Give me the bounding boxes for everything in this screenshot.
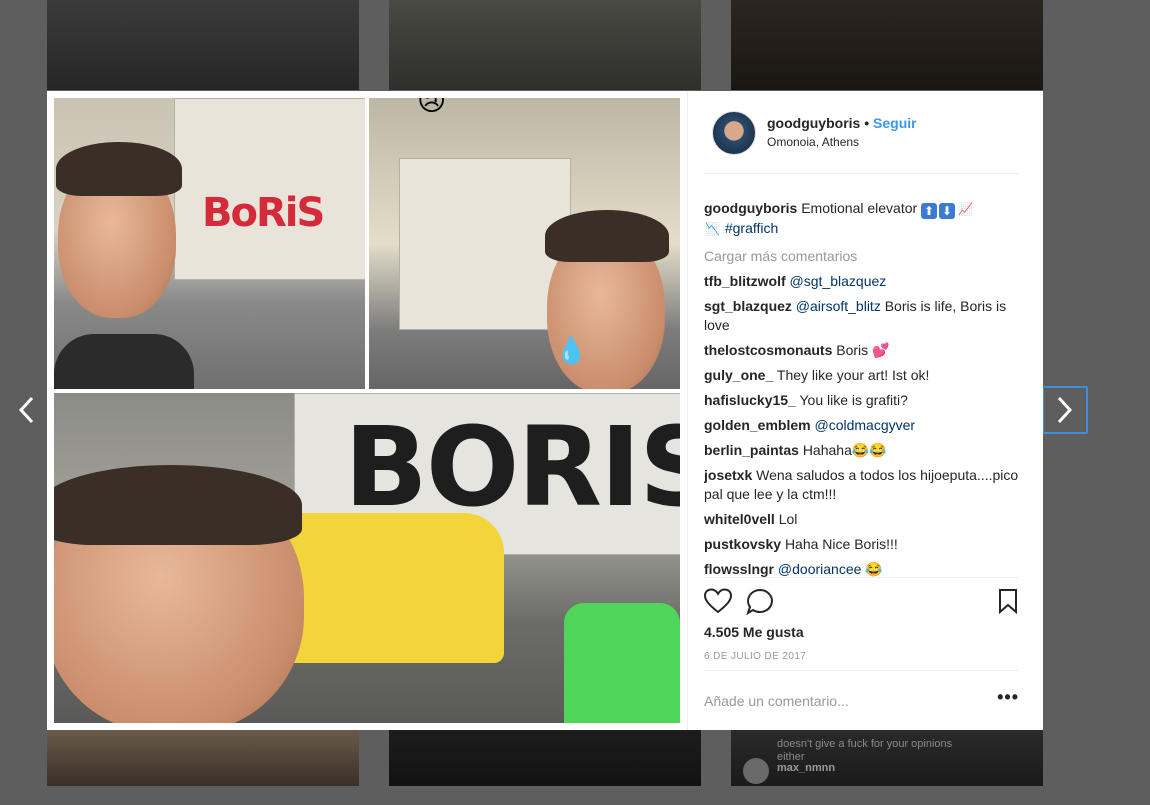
next-post-button[interactable] [1042,386,1088,434]
comment-username[interactable]: guly_one_ [704,367,773,383]
avatar[interactable] [712,111,756,155]
comment-item: hafislucky15_ You like is grafiti? [704,391,1019,410]
more-options-button[interactable]: ••• [997,687,1019,708]
person-hair [54,465,302,545]
comment-item: sgt_blazquez @airsoft_blitz Boris is lif… [704,297,1019,335]
comment-username[interactable]: josetxk [704,467,752,483]
comment-item: josetxk Wena saludos a todos los hijoepu… [704,466,1019,504]
background-avatar [743,758,769,784]
arrow-up-emoji-icon: ⬆ [921,203,938,219]
author-username[interactable]: goodguyboris [767,115,860,131]
post-caption: goodguyboris Emotional elevator ⬆ ⬇ 📈 📉 #g… [704,199,1019,239]
comment-username[interactable]: sgt_blazquez [704,298,792,314]
save-button[interactable] [997,588,1019,619]
teardrop-icon: 💧 [555,336,588,366]
post-date: 6 DE JULIO DE 2017 [704,651,807,662]
comment-item: pustkovsky Haha Nice Boris!!! [704,535,1019,554]
background-post-thumbnail[interactable]: doesn't give a fuck for your opinions ei… [731,730,1043,786]
background-post-thumbnail[interactable] [47,730,359,786]
comment-item: berlin_paintas Hahaha😂😂 [704,441,1019,460]
speech-bubble-icon [746,588,773,616]
separator-dot: • [864,115,870,131]
person-hair [545,210,669,262]
add-comment-input[interactable]: Añade un comentario... [704,693,849,709]
comments-list[interactable]: goodguyboris Emotional elevator ⬆ ⬇ 📈 📉 #g… [704,187,1019,577]
graffiti-text: BORIS [344,403,680,531]
post-author: goodguyboris • Seguir [767,115,917,131]
building-wall [174,98,365,280]
comment-item: thelostcosmonauts Boris 💕 [704,341,1019,360]
background-post-thumbnail[interactable] [389,730,701,786]
comment-mention[interactable]: @dooriancee [778,561,862,577]
chart-down-emoji-icon: 📉 [705,222,720,236]
photo-panel-bottom: BORIS [54,393,680,723]
comment-item: golden_emblem @coldmacgyver [704,416,1019,435]
comment-text: Haha Nice Boris!!! [784,536,898,552]
comment-text: Boris 💕 [836,342,890,358]
comment-username[interactable]: whitel0vell [704,511,775,527]
comment-text: 😂 [865,561,883,577]
comment-mention[interactable]: @coldmacgyver [814,417,915,433]
comment-text: Lol [778,511,798,527]
comment-text: You like is grafiti? [799,392,908,408]
background-post-thumbnail[interactable] [731,0,1043,90]
graffiti-text: BoRiS [202,190,325,236]
caption-hashtag[interactable]: #graffich [725,220,778,236]
background-post-thumbnail[interactable] [47,0,359,90]
comment-item: whitel0vell Lol [704,510,1019,529]
post-modal: BoRiS 💧 😢 BORIS goodguyboris • Seguir Om… [47,91,1043,730]
photo-panel-top-left: BoRiS [54,98,365,389]
bookmark-icon [999,589,1017,615]
comment-mention[interactable]: @sgt_blazquez [790,273,887,289]
caption-text: Emotional elevator [801,200,918,216]
comment-username[interactable]: thelostcosmonauts [704,342,832,358]
follow-button[interactable]: Seguir [873,115,917,131]
caption-username[interactable]: goodguyboris [704,200,797,216]
comment-username[interactable]: flowsslngr [704,561,774,577]
add-comment-bar: Añade un comentario... ••• [704,670,1019,731]
crying-emoji-icon: 😢 [417,98,447,117]
comment-username[interactable]: golden_emblem [704,417,811,433]
arrow-down-emoji-icon: ⬇ [939,203,956,219]
photo-panel-top-right: 💧 😢 [369,98,680,389]
comment-item: tfb_blitzwolf @sgt_blazquez [704,272,1019,291]
person-shirt [54,334,194,389]
pedestrian-shirt [564,603,680,723]
comment-item: flowsslngr @dooriancee 😂 [704,560,1019,577]
chart-up-emoji-icon: 📈 [958,202,974,216]
load-more-comments-button[interactable]: Cargar más comentarios [704,247,1019,266]
like-button[interactable] [703,588,733,619]
comment-text: Hahaha😂😂 [802,442,887,458]
heart-icon [703,588,733,614]
post-sidebar: goodguyboris • Seguir Omonoia, Athens go… [687,91,1043,730]
comment-username[interactable]: hafislucky15_ [704,392,796,408]
chevron-right-icon [1057,396,1073,424]
comment-item: guly_one_ They like your art! Ist ok! [704,366,1019,385]
comment-mention[interactable]: @airsoft_blitz [796,298,881,314]
comment-text: They like your art! Ist ok! [776,367,930,383]
comment-username[interactable]: berlin_paintas [704,442,799,458]
post-photo[interactable]: BoRiS 💧 😢 BORIS [47,91,687,730]
previous-post-button[interactable] [6,390,46,430]
background-username: max_nmnn [777,762,836,774]
post-location[interactable]: Omonoia, Athens [767,135,859,149]
comment-text: Wena saludos a todos los hijoeputa....pi… [704,467,1019,502]
comment-username[interactable]: pustkovsky [704,536,781,552]
likes-count[interactable]: 4.505 Me gusta [704,624,804,640]
background-comment-text: doesn't give a fuck for your opinions ei… [777,738,953,763]
post-actions: 4.505 Me gusta 6 DE JULIO DE 2017 [703,577,1019,662]
person-hair [56,142,182,196]
comment-button[interactable] [746,588,774,621]
chevron-left-icon [18,396,34,424]
post-header: goodguyboris • Seguir Omonoia, Athens [704,91,1019,174]
comment-username[interactable]: tfb_blitzwolf [704,273,786,289]
background-post-thumbnail[interactable] [389,0,701,90]
